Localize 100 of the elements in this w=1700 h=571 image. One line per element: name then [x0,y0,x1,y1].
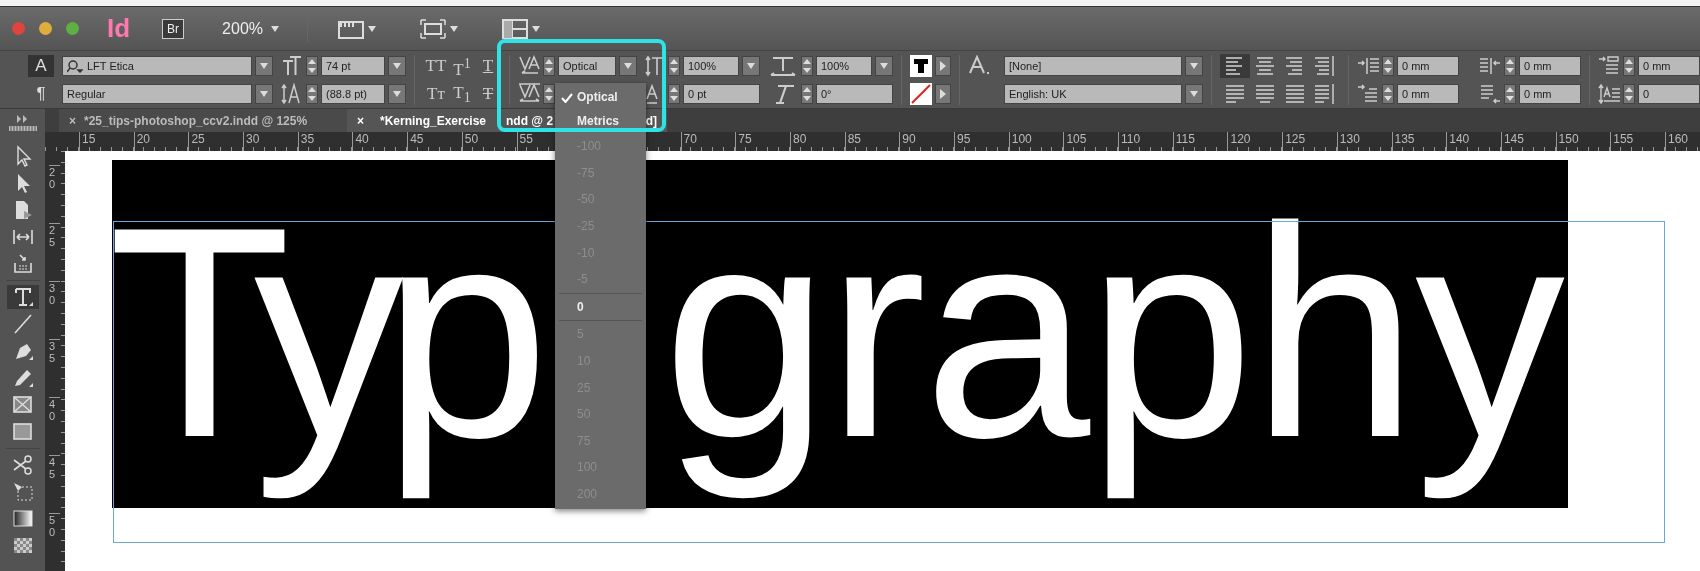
baseline-shift-field[interactable]: 0 pt [683,83,760,104]
stepper-arrows[interactable] [668,55,680,76]
right-indent-field[interactable]: 0 mm [1519,55,1581,76]
caret-icon [747,62,755,69]
kerning-field[interactable]: Optical [558,55,616,76]
type-style-button[interactable]: T [475,82,501,105]
caret-icon [450,25,459,32]
dropdown-button[interactable] [619,55,637,76]
align-button[interactable] [1220,53,1250,78]
dropdown-button[interactable] [1185,55,1203,76]
caret-icon [532,25,541,32]
type-style-button[interactable]: TT [423,54,449,77]
bridge-button[interactable]: Br [162,18,185,39]
last-line-indent-field[interactable]: 0 mm [1519,83,1581,104]
language-field[interactable]: English: UK [1004,83,1182,104]
leading-field[interactable]: (88.8 pt) [321,83,385,104]
stepper-arrows[interactable] [306,55,318,76]
arrow-button[interactable] [935,83,951,104]
font-style-field[interactable]: Regular [62,83,252,104]
paragraph-align-icon [1314,82,1336,105]
font-size-field[interactable]: 74 pt [321,55,385,76]
ruler-label: 40 [49,397,60,455]
vertical-scale-field[interactable]: 100% [683,55,739,76]
search-icon [67,58,83,73]
content-collector-icon [11,253,34,275]
font-size-icon [281,54,303,77]
caret-icon [271,25,280,32]
skew-field[interactable]: 0° [816,83,893,104]
line-icon [11,313,34,335]
last-line-indent-icon [1479,82,1501,105]
stepper-arrows[interactable] [543,83,555,104]
dropdown-button[interactable] [255,83,273,104]
rectangle-icon [11,421,34,443]
window-icon [502,18,529,39]
document-tab[interactable]: × *25_tips-photoshop_ccv2.indd @ 125% [59,109,347,132]
first-line-indent-field[interactable]: 0 mm [1397,83,1459,104]
paragraph-align-icon [1254,82,1276,105]
stepper-arrows[interactable] [668,83,680,104]
fill-swatch[interactable] [910,54,932,77]
arrange-documents-dropdown[interactable] [502,18,541,39]
paragraph-mode-button[interactable]: ¶ [28,82,54,105]
caret-icon [393,90,401,97]
drop-cap-icon [1598,82,1620,105]
headline-text: graphy [662,163,1565,502]
screen-mode-dropdown[interactable] [420,18,459,39]
zoom-window-button[interactable] [66,22,79,35]
space-before-field[interactable]: 0 mm [1638,55,1700,76]
left-indent-field[interactable]: 0 mm [1397,55,1459,76]
stepper-arrows[interactable] [306,83,318,104]
arrow-button[interactable] [935,55,951,76]
font-family-field[interactable]: LFT Etica [62,55,252,76]
stepper-arrows[interactable] [801,55,813,76]
dropdown-button[interactable] [1185,83,1203,104]
character-style-field[interactable]: [None] [1004,55,1182,76]
type-style-button[interactable]: Tᴛ [423,82,449,105]
stepper-arrows[interactable] [1504,55,1516,76]
caret-icon [260,90,268,97]
close-tab-button[interactable]: × [69,113,76,128]
stroke-swatch[interactable] [910,82,932,105]
type-style-button[interactable]: T$^{1}$ [449,54,475,77]
ruler-label: 20 [49,165,60,223]
dropdown-button[interactable] [875,55,893,76]
type-style-button[interactable]: T$_{1}$ [449,82,475,105]
window-icon [338,18,365,39]
menu-item[interactable]: Optical [555,85,646,109]
stepper-arrows[interactable] [1382,55,1394,76]
dropdown-button[interactable] [742,55,760,76]
window-icon [420,18,447,39]
stepper-arrows[interactable] [1382,83,1394,104]
menu-item[interactable]: 0 [555,293,646,321]
tool-button[interactable] [6,285,39,309]
stepper-arrows[interactable] [1623,55,1635,76]
dropdown-button[interactable] [388,83,406,104]
stepper-arrows[interactable] [543,55,555,76]
type-style-button[interactable]: T [475,54,501,77]
horizontal-scale-field[interactable]: 100% [816,55,872,76]
paragraph-align-icon [1224,82,1246,105]
paragraph-align-icon [1284,82,1306,105]
leading-icon [281,82,303,105]
stepper-arrows[interactable] [801,83,813,104]
stepper-arrows[interactable] [1504,83,1516,104]
gradient-swatch-icon [11,508,34,530]
character-mode-button[interactable]: A [28,54,54,77]
caret-icon [1190,62,1198,69]
dropdown-button[interactable] [388,55,406,76]
horizontal-scale-icon [768,54,798,77]
zoom-dropdown[interactable]: 200% [222,19,280,38]
collapse-icon[interactable] [16,115,29,123]
panel-grip[interactable] [8,126,37,131]
menu-item[interactable]: Metrics [555,109,646,133]
minimize-button[interactable] [39,22,52,35]
free-transform-icon [11,481,34,503]
stepper-arrows[interactable] [1623,83,1635,104]
dropdown-button[interactable] [255,55,273,76]
caret-icon [624,62,632,69]
caret-icon [880,62,888,69]
tracking-icon [518,82,540,105]
close-tab-button[interactable]: × [357,113,364,128]
view-options-dropdown[interactable] [338,18,377,39]
drop-cap-field[interactable]: 0 [1638,83,1700,104]
